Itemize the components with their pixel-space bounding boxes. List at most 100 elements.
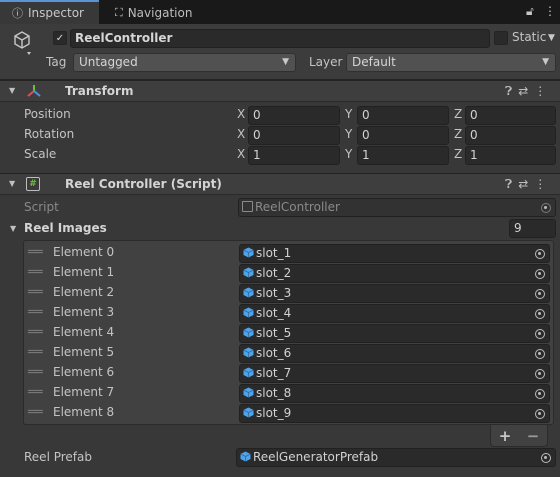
gameobject-cube-icon[interactable] (12, 30, 34, 56)
element-label: Element 3 (53, 305, 115, 319)
position-x-field[interactable]: 0 (248, 106, 340, 125)
object-picker-icon[interactable] (531, 405, 549, 422)
element-object-field[interactable]: slot_3 (239, 284, 550, 303)
object-picker-icon[interactable] (531, 285, 549, 302)
object-picker-icon[interactable] (531, 245, 549, 262)
prefab-icon (243, 407, 254, 418)
element-object-field[interactable]: slot_5 (239, 324, 550, 343)
script-icon: # (26, 177, 40, 191)
axis-x-label: X (237, 147, 246, 161)
remove-element-button[interactable]: − (527, 427, 540, 445)
element-label: Element 1 (53, 265, 115, 279)
fold-arrow-icon[interactable]: ▼ (9, 86, 15, 95)
add-element-button[interactable]: + (499, 427, 512, 445)
help-icon[interactable]: ❓︎ (505, 177, 518, 191)
drag-handle-icon[interactable]: ══ (28, 365, 43, 380)
object-picker-icon[interactable] (531, 385, 549, 402)
prefab-icon (243, 367, 254, 378)
tab-navigation[interactable]: ⛶ Navigation (103, 2, 192, 24)
layer-value: Default (352, 55, 396, 69)
rotation-x-field[interactable]: 0 (248, 126, 340, 145)
object-picker-icon[interactable] (531, 325, 549, 342)
object-picker-icon[interactable] (537, 449, 555, 466)
drag-handle-icon[interactable]: ══ (28, 265, 43, 280)
object-picker-icon[interactable] (531, 345, 549, 362)
element-object-field[interactable]: slot_4 (239, 304, 550, 323)
list-footer: + − (490, 425, 548, 447)
scale-z-field[interactable]: 1 (465, 146, 556, 165)
info-icon: ⓘ (12, 7, 23, 20)
element-value: slot_4 (256, 306, 292, 320)
drag-handle-icon[interactable]: ══ (28, 345, 43, 360)
presets-icon[interactable]: ⇄ (518, 84, 534, 98)
prefab-icon (243, 307, 254, 318)
position-z-field[interactable]: 0 (465, 106, 556, 125)
element-label: Element 0 (53, 245, 115, 259)
gameobject-name-field[interactable]: ReelController (70, 29, 490, 48)
tab-bar: ⓘ Inspector ⛶ Navigation 🔓︎ ⋮ (0, 0, 560, 24)
scale-y-field[interactable]: 1 (357, 146, 449, 165)
drag-handle-icon[interactable]: ══ (28, 325, 43, 340)
object-picker-icon[interactable] (531, 265, 549, 282)
element-label: Element 6 (53, 365, 115, 379)
element-value: slot_1 (256, 246, 292, 260)
drag-handle-icon[interactable]: ══ (28, 245, 43, 260)
layer-dropdown[interactable]: Default ▼ (346, 53, 556, 72)
drag-handle-icon[interactable]: ══ (28, 405, 43, 420)
script-label: Script (24, 200, 59, 214)
drag-handle-icon[interactable]: ══ (28, 285, 43, 300)
rotation-z-field[interactable]: 0 (465, 126, 556, 145)
transform-icon (27, 85, 41, 97)
rotation-y-field[interactable]: 0 (357, 126, 449, 145)
fold-arrow-icon[interactable]: ▼ (9, 179, 15, 188)
reel-controller-header[interactable]: ▼ # Reel Controller (Script) ❓︎⇄⋮ (0, 173, 560, 195)
axis-y-label: Y (345, 147, 353, 161)
element-label: Element 4 (53, 325, 115, 339)
component-menu-icon[interactable]: ⋮ (534, 84, 552, 98)
lock-icon[interactable]: 🔓︎ (526, 4, 534, 19)
object-picker-icon[interactable] (531, 305, 549, 322)
more-options-icon[interactable]: ⋮ (544, 4, 556, 18)
drag-handle-icon[interactable]: ══ (28, 385, 43, 400)
chevron-down-icon: ▼ (542, 57, 549, 67)
tab-inspector-label: Inspector (28, 6, 84, 20)
prefab-icon (240, 451, 251, 462)
reel-images-size-field[interactable]: 9 (509, 219, 556, 238)
component-menu-icon[interactable]: ⋮ (534, 177, 552, 191)
tag-dropdown[interactable]: Untagged ▼ (73, 53, 296, 72)
position-y-field[interactable]: 0 (357, 106, 449, 125)
object-picker-icon[interactable] (531, 365, 549, 382)
navigation-icon: ⛶ (115, 6, 123, 19)
static-checkbox[interactable] (494, 31, 508, 45)
reel-images-fold-icon[interactable]: ▼ (10, 224, 16, 233)
transform-header[interactable]: ▼ Transform ❓︎⇄⋮ (0, 80, 560, 102)
prefab-icon (243, 327, 254, 338)
static-label: Static (512, 30, 547, 44)
drag-handle-icon[interactable]: ══ (28, 305, 43, 320)
element-label: Element 8 (53, 405, 115, 419)
static-dropdown-icon[interactable]: ▼ (548, 33, 555, 43)
reel-prefab-field[interactable]: ReelGeneratorPrefab (236, 448, 556, 467)
axis-z-label: Z (454, 107, 463, 121)
script-field: ReelController (238, 198, 556, 217)
help-icon[interactable]: ❓︎ (505, 84, 518, 98)
tab-inspector[interactable]: ⓘ Inspector (0, 0, 99, 24)
element-object-field[interactable]: slot_2 (239, 264, 550, 283)
scale-x-field[interactable]: 1 (248, 146, 340, 165)
element-object-field[interactable]: slot_6 (239, 344, 550, 363)
element-object-field[interactable]: slot_9 (239, 404, 550, 423)
active-checkbox[interactable]: ✓ (53, 31, 67, 45)
axis-z-label: Z (454, 147, 463, 161)
component-icons: ❓︎⇄⋮ (505, 84, 552, 99)
element-object-field[interactable]: slot_7 (239, 364, 550, 383)
presets-icon[interactable]: ⇄ (518, 177, 534, 191)
axis-z-label: Z (454, 127, 463, 141)
element-object-field[interactable]: slot_1 (239, 244, 550, 263)
element-object-field[interactable]: slot_8 (239, 384, 550, 403)
scale-label: Scale (24, 147, 57, 161)
prefab-icon (243, 247, 254, 258)
chevron-down-icon: ▼ (282, 57, 289, 67)
object-picker-icon (537, 199, 555, 216)
prefab-icon (243, 287, 254, 298)
script-file-icon (242, 201, 253, 212)
